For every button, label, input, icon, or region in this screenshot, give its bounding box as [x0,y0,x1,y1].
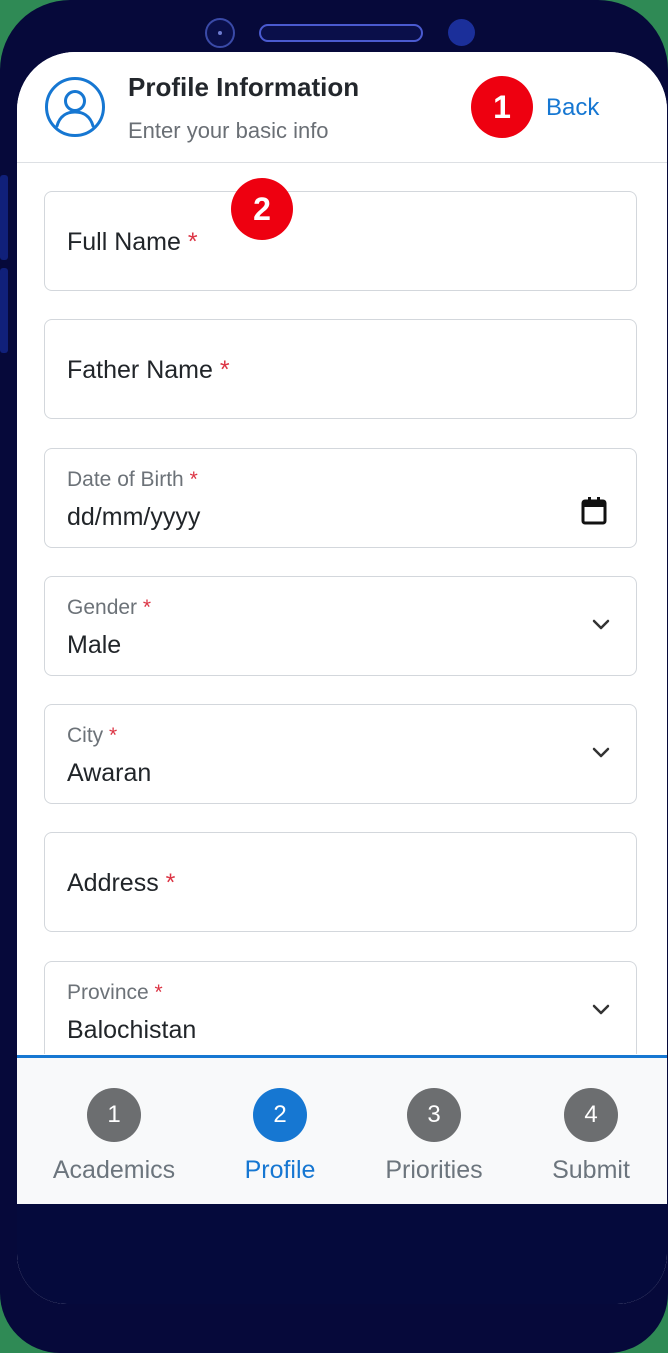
chevron-down-icon [592,1004,610,1015]
step-number: 3 [407,1088,461,1142]
address-field[interactable]: Address * [44,832,637,932]
earpiece-speaker [259,24,423,42]
step-academics[interactable]: 1 Academics [39,1088,189,1185]
father-name-label: Father Name * [67,356,230,384]
profile-form: Full Name * Father Name * Date of Birth … [17,164,667,1054]
step-profile[interactable]: 2 Profile [205,1088,355,1185]
proximity-sensor [448,19,475,46]
phone-frame: Profile Information Enter your basic inf… [0,0,668,1353]
page-title: Profile Information [128,72,360,102]
chevron-down-icon [592,619,610,630]
user-circle-icon [45,77,105,137]
app-screen: Profile Information Enter your basic inf… [17,52,667,1304]
front-camera [205,18,235,48]
step-priorities[interactable]: 3 Priorities [359,1088,509,1185]
step-number: 1 [87,1088,141,1142]
annotation-badge-2: 2 [231,178,293,240]
province-label: Province * [67,981,163,1004]
province-select[interactable]: Province * Balochistan [44,961,637,1054]
full-name-field[interactable]: Full Name * [44,191,637,291]
step-label: Submit [552,1156,630,1184]
gender-select[interactable]: Gender * Male [44,576,637,676]
city-label: City * [67,724,118,747]
page-header: Profile Information Enter your basic inf… [17,52,667,163]
city-select[interactable]: City * Awaran [44,704,637,804]
page-subtitle: Enter your basic info [128,118,329,143]
step-label: Priorities [385,1156,483,1184]
date-of-birth-label: Date of Birth * [67,468,198,491]
step-number: 4 [564,1088,618,1142]
address-label: Address * [67,869,176,897]
gender-label: Gender * [67,596,152,619]
volume-up-button [0,175,8,260]
date-of-birth-value: dd/mm/yyyy [67,503,201,531]
full-name-label: Full Name * [67,228,198,256]
gender-value: Male [67,631,122,659]
step-progress-bar: 1 Academics 2 Profile 3 Priorities 4 Sub… [17,1058,667,1204]
province-value: Balochistan [67,1016,197,1044]
step-label: Academics [52,1156,176,1184]
step-submit[interactable]: 4 Submit [516,1088,666,1185]
back-button[interactable]: Back [546,94,599,122]
city-value: Awaran [67,759,152,787]
father-name-field[interactable]: Father Name * [44,319,637,419]
step-number: 2 [253,1088,307,1142]
annotation-badge-1: 1 [471,76,533,138]
date-of-birth-field[interactable]: Date of Birth * dd/mm/yyyy [44,448,637,548]
screen-bottom-area [17,1204,667,1304]
volume-down-button [0,268,8,353]
calendar-icon[interactable] [581,497,607,525]
chevron-down-icon [592,747,610,758]
step-label: Profile [244,1156,316,1184]
